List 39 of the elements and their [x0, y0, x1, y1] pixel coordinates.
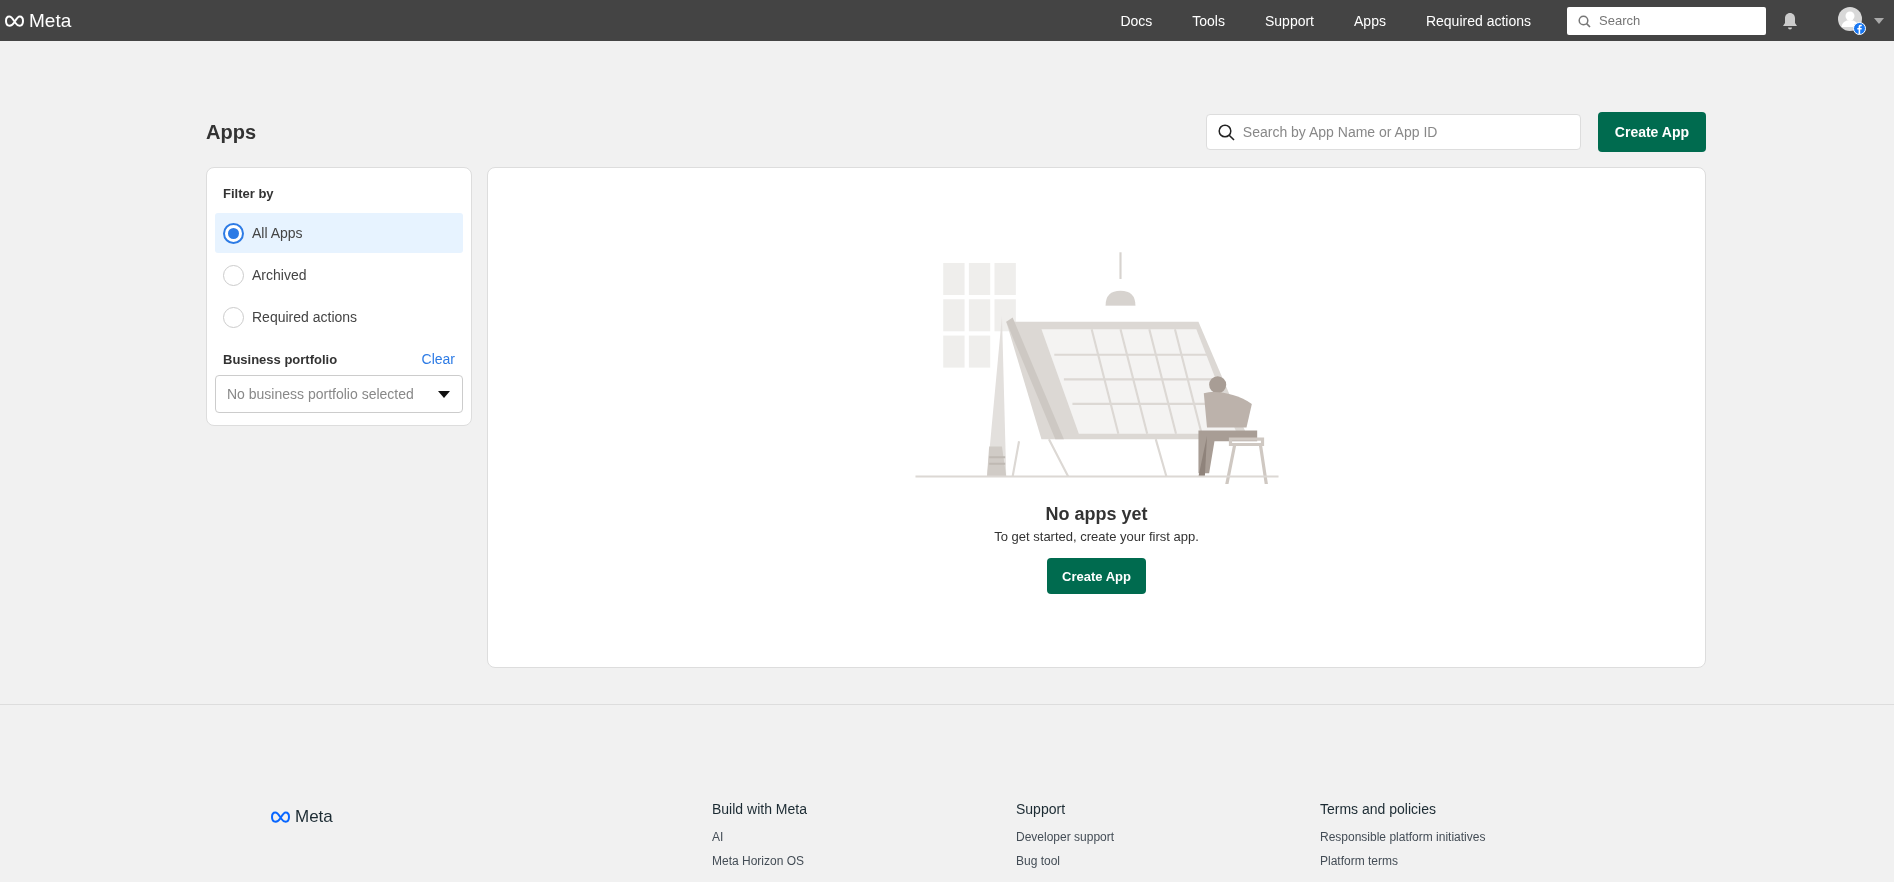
empty-message: To get started, create your first app.	[994, 529, 1199, 544]
footer-link[interactable]: AI	[712, 830, 1016, 844]
empty-title: No apps yet	[1045, 504, 1148, 525]
create-app-button[interactable]: Create App	[1047, 558, 1146, 594]
clear-link[interactable]: Clear	[421, 351, 455, 367]
filter-option[interactable]: All Apps	[215, 213, 463, 253]
app-search-field[interactable]: Search by App Name or App ID	[1205, 114, 1581, 150]
filter-option[interactable]: Required actions	[215, 297, 463, 337]
footer-link[interactable]: Platform terms	[1320, 854, 1624, 868]
nav-link[interactable]: Apps	[1334, 12, 1406, 29]
nav-link[interactable]: Tools	[1172, 12, 1245, 29]
avatar-icon[interactable]	[1838, 6, 1866, 35]
nav-link[interactable]: Support	[1244, 12, 1334, 29]
logo-text: Meta	[29, 9, 72, 32]
logo-text: Meta	[295, 807, 333, 827]
footer-link[interactable]: Developer support	[1016, 830, 1320, 844]
meta-logo-icon	[4, 14, 26, 27]
portfolio-dropdown[interactable]: No business portfolio selected	[215, 375, 463, 413]
footer-heading: Support	[1016, 801, 1067, 817]
footer-link[interactable]: Responsible platform initiatives	[1320, 830, 1624, 844]
radio-button[interactable]	[223, 264, 244, 286]
caret-icon	[438, 390, 450, 398]
footer-heading: Terms and policies	[1320, 801, 1437, 817]
footer-link[interactable]: Bug tool	[1016, 854, 1320, 868]
page-title: Apps	[206, 120, 256, 144]
portfolio-label: Business portfolio	[223, 351, 338, 367]
logo-icon	[270, 811, 292, 823]
bell-icon[interactable]	[1782, 11, 1798, 30]
nav-link[interactable]: Docs	[1100, 12, 1173, 29]
nav-link[interactable]: Required actions	[1405, 12, 1551, 29]
radio-button[interactable]	[223, 222, 244, 244]
footer-heading: Build with Meta	[712, 801, 808, 817]
caret-icon[interactable]	[1874, 17, 1884, 24]
footer-link[interactable]: Meta Horizon OS	[712, 854, 1016, 868]
search-field[interactable]: Search	[1567, 6, 1766, 35]
filter-heading: Filter by	[223, 186, 275, 201]
filter-option[interactable]: Archived	[215, 255, 463, 295]
radio-button[interactable]	[223, 306, 244, 328]
create-app-button[interactable]: Create App	[1597, 112, 1706, 152]
